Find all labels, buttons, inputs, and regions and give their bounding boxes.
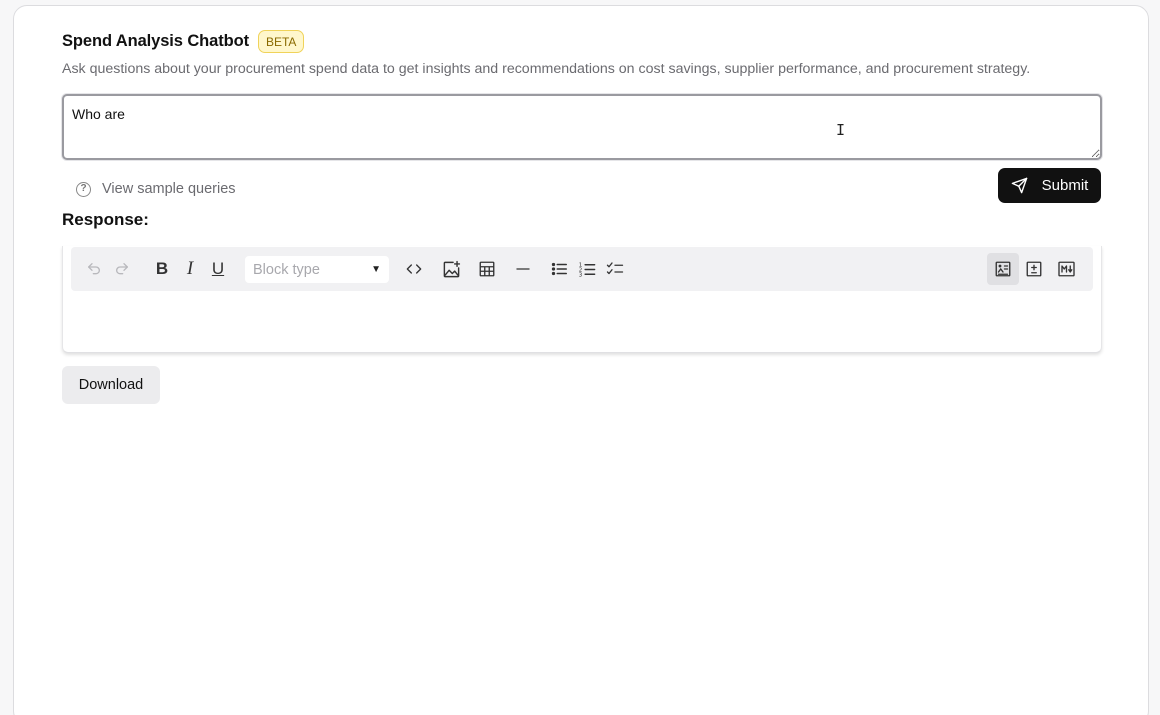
bold-icon[interactable]: B bbox=[149, 256, 175, 282]
page-subtitle: Ask questions about your procurement spe… bbox=[62, 61, 1031, 77]
submit-button[interactable]: Submit bbox=[998, 168, 1101, 203]
undo-icon[interactable] bbox=[81, 256, 107, 282]
editor-toolbar: B I U Block type ▼ 123 bbox=[71, 247, 1093, 291]
checklist-icon[interactable] bbox=[602, 256, 628, 282]
insert-image-icon[interactable] bbox=[438, 256, 464, 282]
chatbot-card: Spend Analysis Chatbot BETA Ask question… bbox=[13, 5, 1149, 715]
svg-text:3: 3 bbox=[578, 272, 582, 278]
view-sample-queries-link[interactable]: ? View sample queries bbox=[76, 181, 236, 197]
block-type-placeholder: Block type bbox=[253, 261, 320, 278]
redo-icon[interactable] bbox=[109, 256, 135, 282]
chevron-down-icon: ▼ bbox=[371, 264, 381, 275]
text-cursor-icon: I bbox=[836, 121, 846, 139]
markdown-mode-icon[interactable] bbox=[1053, 256, 1079, 282]
code-icon[interactable] bbox=[401, 256, 427, 282]
editor-content[interactable] bbox=[83, 304, 1083, 344]
send-icon bbox=[1011, 177, 1027, 194]
question-circle-icon: ? bbox=[76, 181, 91, 197]
rich-text-mode-icon[interactable] bbox=[987, 253, 1019, 285]
horizontal-rule-icon[interactable] bbox=[510, 256, 536, 282]
diff-mode-icon[interactable] bbox=[1021, 256, 1047, 282]
query-input[interactable] bbox=[62, 94, 1102, 160]
numbered-list-icon[interactable]: 123 bbox=[574, 256, 600, 282]
response-editor[interactable]: B I U Block type ▼ 123 bbox=[62, 246, 1102, 353]
bullet-list-icon[interactable] bbox=[546, 256, 572, 282]
underline-icon[interactable]: U bbox=[205, 256, 231, 282]
submit-label: Submit bbox=[1041, 177, 1089, 194]
title-row: Spend Analysis Chatbot BETA bbox=[62, 30, 305, 53]
beta-badge: BETA bbox=[257, 30, 305, 53]
response-heading: Response: bbox=[62, 210, 149, 229]
block-type-select[interactable]: Block type ▼ bbox=[245, 256, 389, 283]
table-icon[interactable] bbox=[474, 256, 500, 282]
italic-icon[interactable]: I bbox=[177, 256, 203, 282]
sample-queries-label: View sample queries bbox=[102, 181, 236, 197]
page-title: Spend Analysis Chatbot bbox=[62, 32, 249, 50]
download-button[interactable]: Download bbox=[62, 366, 160, 404]
